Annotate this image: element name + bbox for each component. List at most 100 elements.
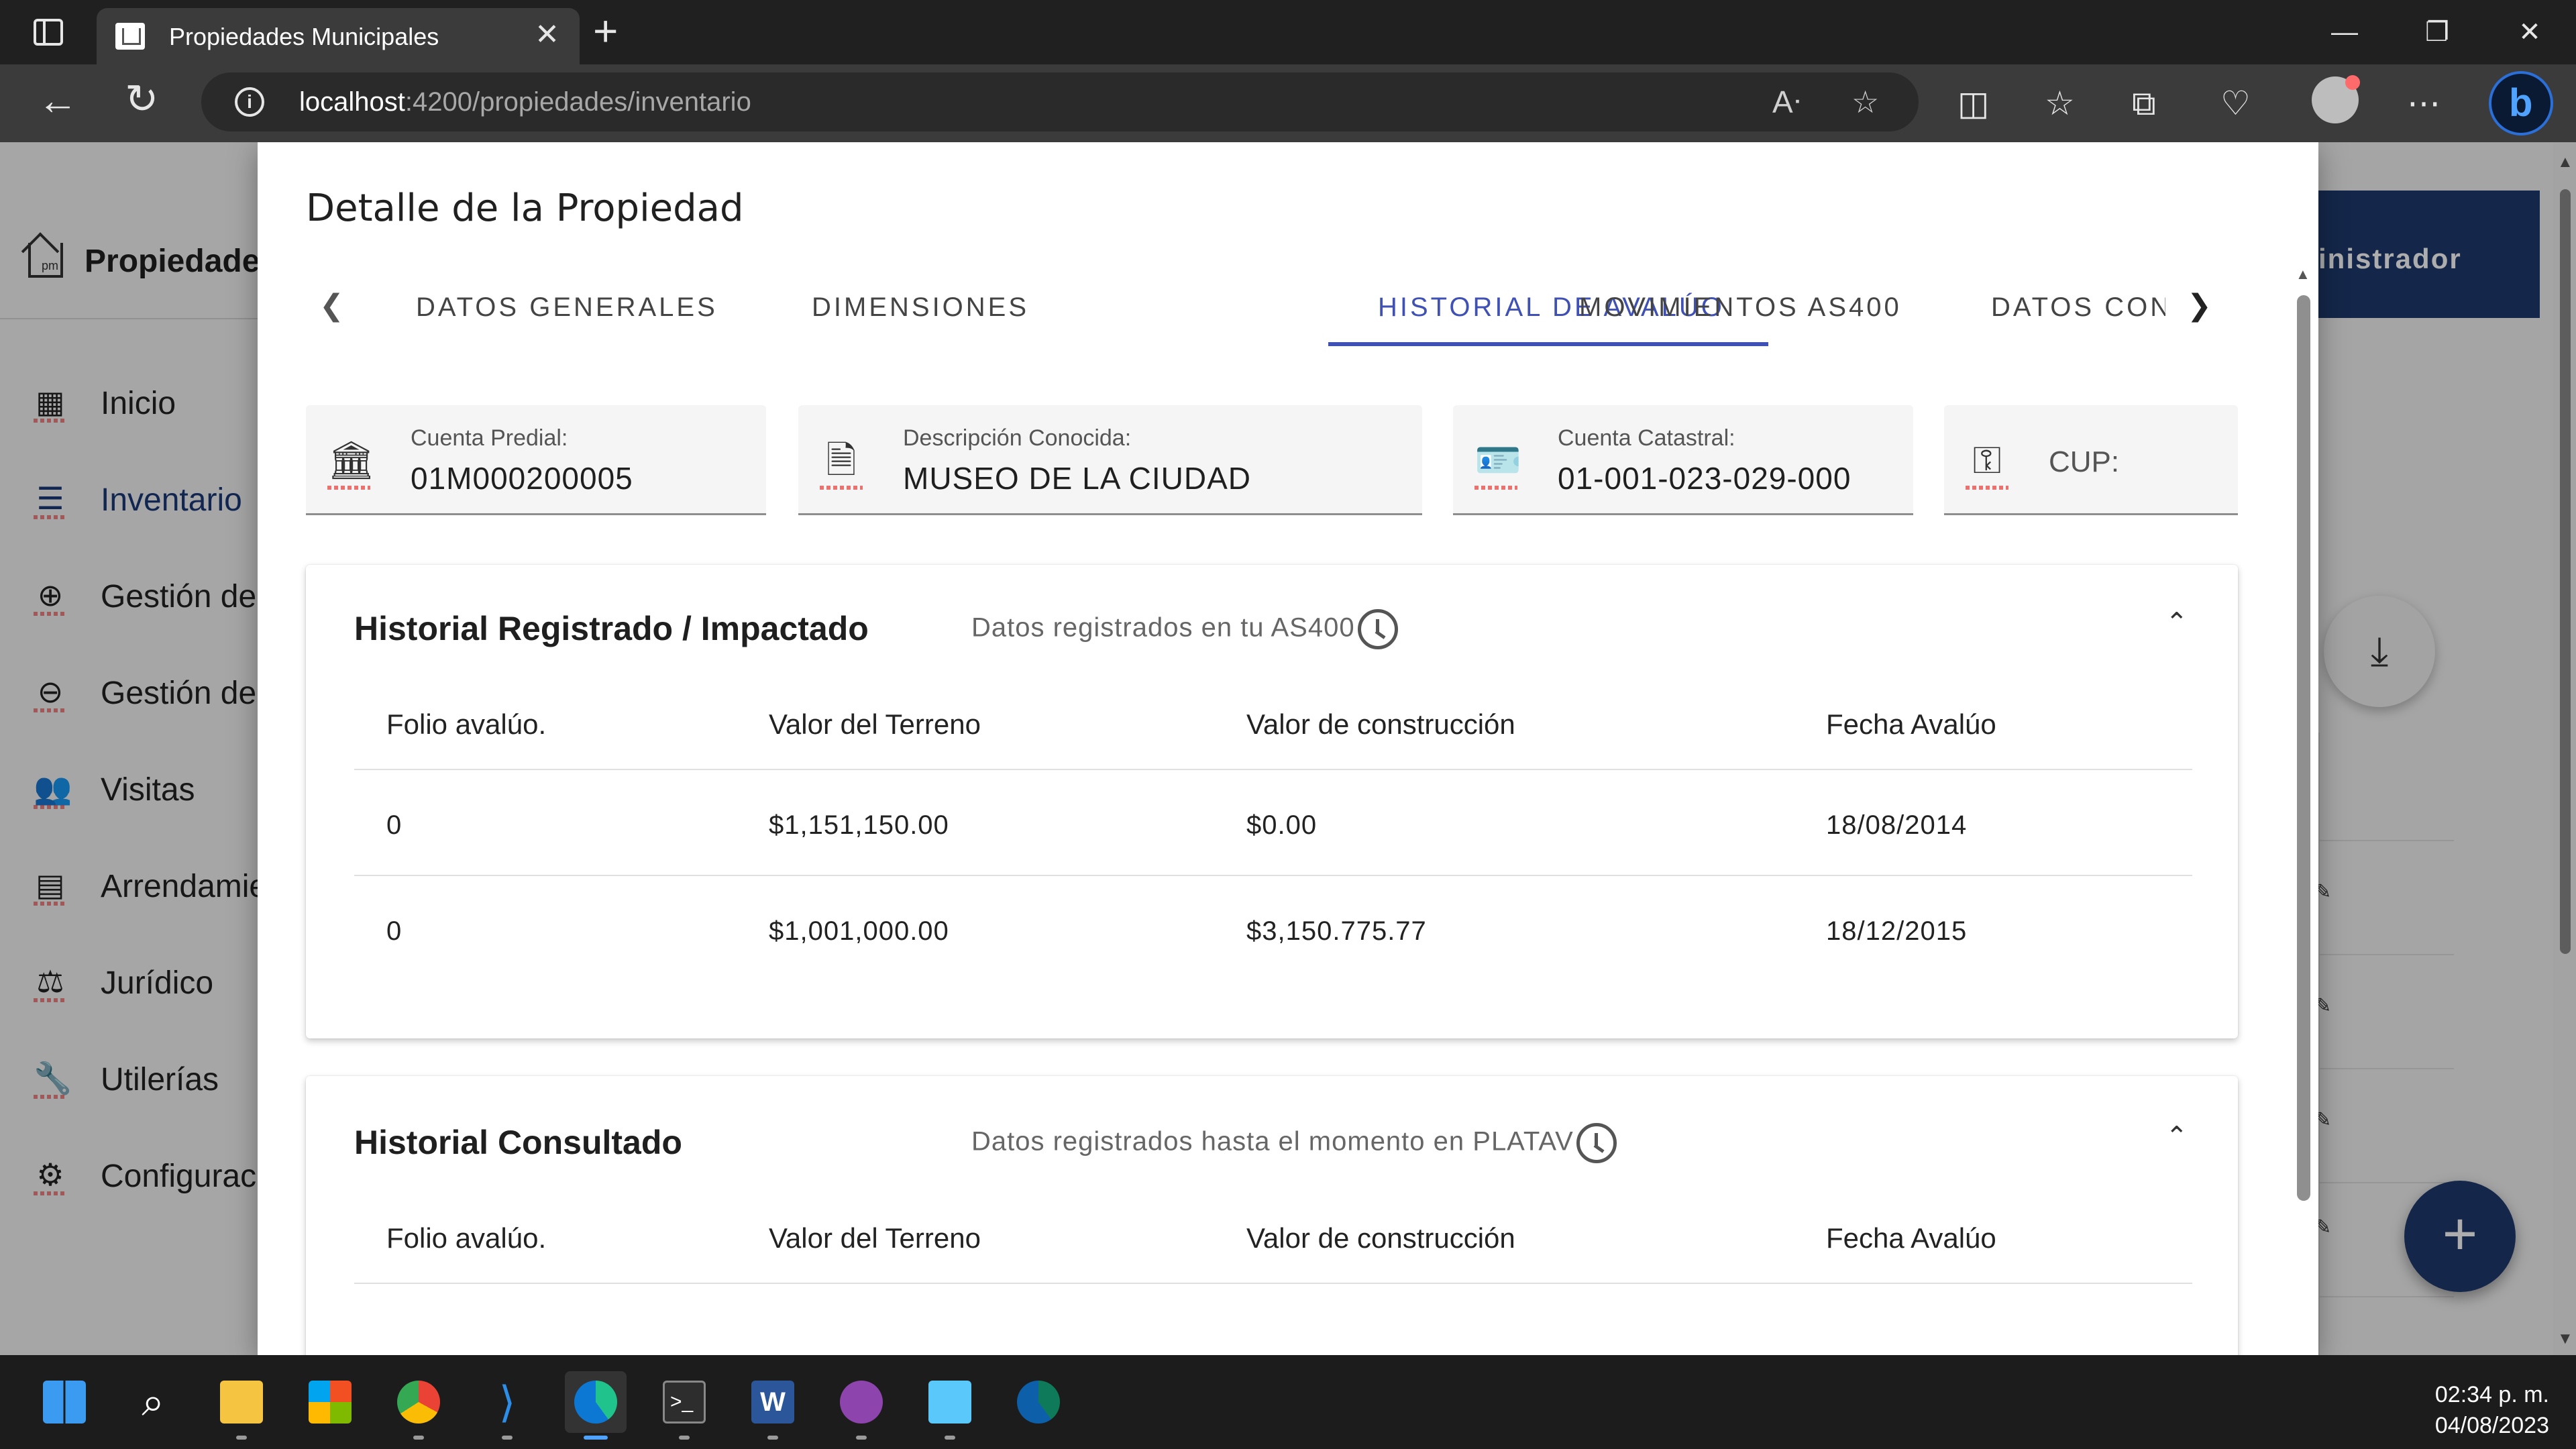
chevron-right-icon[interactable]: ❯	[2187, 288, 2212, 323]
property-detail-dialog: Detalle de la Propiedad ❮ DATOS GENERALE…	[258, 142, 2318, 1355]
restore-icon[interactable]: ❐	[2400, 12, 2474, 52]
url-text[interactable]: localhost:4200/propiedades/inventario	[299, 87, 751, 117]
taskbar-microsoft-store[interactable]	[299, 1371, 361, 1433]
contact-card-icon: 🪪	[1474, 439, 1521, 490]
browser-toolbar: ← ↻ i localhost:4200/propiedades/inventa…	[0, 64, 2576, 142]
scroll-up-icon[interactable]: ▲	[2296, 266, 2310, 283]
collections-icon[interactable]: ⧉	[2132, 85, 2156, 122]
chevron-left-icon[interactable]: ❮	[319, 288, 344, 323]
column-header[interactable]: Valor de construcción	[1246, 708, 1515, 741]
active-tab-indicator	[1328, 342, 1768, 346]
start-button[interactable]	[34, 1371, 95, 1433]
taskbar-edge-dev[interactable]	[1008, 1371, 1069, 1433]
tab-clip: DATOS CONT	[1991, 271, 2165, 345]
folder-icon	[220, 1381, 263, 1424]
info-card-cuenta-catastral: 🪪 Cuenta Catastral: 01-001-023-029-000	[1453, 405, 1913, 515]
history-icon[interactable]	[1576, 1123, 1617, 1163]
edge-icon	[574, 1381, 617, 1424]
panel-historial-consultado: Historial Consultado Datos registrados h…	[306, 1076, 2238, 1355]
cell-valor-construccion: $0.00	[1246, 810, 1318, 840]
key-icon: ⚿	[1966, 439, 2008, 490]
split-screen-icon[interactable]: ◫	[1957, 85, 1989, 122]
tab-dimensiones[interactable]: DIMENSIONES	[812, 271, 1029, 345]
table-row: 0 $1,151,150.00 $0.00 18/08/2014	[354, 771, 2192, 876]
column-header[interactable]: Fecha Avalúo	[1826, 708, 1996, 741]
column-header[interactable]: Valor del Terreno	[769, 708, 981, 741]
new-tab-button[interactable]: +	[593, 9, 618, 52]
cell-folio: 0	[386, 916, 402, 946]
cell-valor-terreno: $1,151,150.00	[769, 810, 949, 840]
panel-title: Historial Registrado / Impactado	[354, 610, 869, 647]
taskbar-word[interactable]: W	[742, 1371, 804, 1440]
close-window-icon[interactable]: ✕	[2493, 12, 2567, 52]
minimize-icon[interactable]: —	[2308, 12, 2381, 52]
column-header[interactable]: Valor de construcción	[1246, 1222, 1515, 1254]
running-indicator	[413, 1436, 424, 1440]
github-icon	[840, 1381, 883, 1424]
windows-taskbar: ⌕ ⟩ >_ W 02:34 p. m. 04/08/2023	[0, 1355, 2576, 1449]
tab-datos-generales[interactable]: DATOS GENERALES	[416, 271, 718, 345]
close-tab-icon[interactable]: ✕	[535, 19, 559, 51]
browser-tab-strip: Propiedades Municipales ✕ + — ❐ ✕	[0, 0, 2576, 64]
tab-movimientos-as400[interactable]: MOVIMIENTOS AS400	[1579, 271, 1902, 345]
column-header[interactable]: Folio avalúo.	[386, 708, 546, 741]
panel-description: Datos registrados en tu AS400	[971, 609, 1398, 649]
reload-icon[interactable]: ↻	[125, 79, 158, 119]
running-indicator	[945, 1436, 955, 1440]
bing-copilot-icon[interactable]: b	[2489, 71, 2553, 136]
profile-avatar[interactable]	[2312, 75, 2360, 123]
document-icon: 🗎	[820, 439, 863, 490]
running-indicator	[767, 1436, 778, 1440]
taskbar-terminal[interactable]: >_	[653, 1371, 715, 1440]
read-aloud-icon[interactable]: Aᐧ	[1772, 85, 1801, 119]
history-icon[interactable]	[1357, 609, 1398, 649]
browser-tab[interactable]: Propiedades Municipales ✕	[97, 8, 580, 64]
cell-folio: 0	[386, 810, 402, 840]
chevron-up-icon[interactable]: ⌄	[2165, 1119, 2188, 1150]
taskbar-github-desktop[interactable]	[830, 1371, 892, 1440]
running-indicator	[236, 1436, 247, 1440]
more-options-icon[interactable]: ⋯	[2407, 85, 2440, 122]
taskbar-file-explorer[interactable]	[211, 1371, 272, 1440]
info-icon[interactable]: i	[235, 87, 264, 117]
dialog-title: Detalle de la Propiedad	[306, 186, 744, 230]
tab-actions-icon[interactable]	[27, 15, 70, 50]
tab-datos-contables[interactable]: DATOS CONT	[1991, 271, 2165, 345]
info-card-value: 01M000200005	[411, 461, 633, 496]
scroll-thumb[interactable]	[2297, 295, 2310, 1201]
edge-dev-icon	[1017, 1381, 1060, 1424]
system-clock[interactable]: 02:34 p. m. 04/08/2023	[2388, 1379, 2549, 1441]
browser-tab-title: Propiedades Municipales	[169, 23, 439, 50]
column-header[interactable]: Folio avalúo.	[386, 1222, 546, 1254]
browser-essentials-icon[interactable]: ♡	[2220, 85, 2251, 122]
address-bar[interactable]: i localhost:4200/propiedades/inventario …	[201, 72, 1919, 131]
info-card-value: 01-001-023-029-000	[1558, 461, 1851, 496]
favorite-star-icon[interactable]: ☆	[1851, 85, 1879, 119]
panel-description: Datos registrados hasta el momento en PL…	[971, 1123, 1617, 1163]
clock-time: 02:34 p. m.	[2434, 1382, 2549, 1407]
taskbar-edge[interactable]	[565, 1371, 627, 1440]
taskbar-vscode[interactable]: ⟩	[476, 1371, 538, 1440]
chrome-icon	[397, 1381, 440, 1424]
windows-logo-icon	[43, 1381, 86, 1424]
back-arrow-icon[interactable]: ←	[38, 80, 78, 121]
favorites-icon[interactable]: ☆	[2045, 85, 2075, 122]
dialog-scrollbar[interactable]: ▲	[2293, 266, 2313, 1352]
cell-fecha-avaluo: 18/12/2015	[1826, 916, 1968, 946]
vscode-icon: ⟩	[498, 1378, 516, 1426]
search-icon: ⌕	[142, 1379, 164, 1424]
column-header[interactable]: Fecha Avalúo	[1826, 1222, 1996, 1254]
info-card-value: MUSEO DE LA CIUDAD	[903, 461, 1251, 496]
cell-fecha-avaluo: 18/08/2014	[1826, 810, 1968, 840]
info-card-label: Cuenta Catastral:	[1558, 425, 1735, 451]
search-button[interactable]: ⌕	[122, 1371, 184, 1433]
taskbar-notepad[interactable]	[919, 1371, 981, 1440]
running-indicator	[502, 1436, 513, 1440]
taskbar-chrome[interactable]	[388, 1371, 449, 1440]
chevron-up-icon[interactable]: ⌄	[2165, 605, 2188, 636]
notepad-icon	[928, 1381, 971, 1424]
favicon-icon	[115, 23, 145, 50]
cell-valor-terreno: $1,001,000.00	[769, 916, 949, 946]
column-header[interactable]: Valor del Terreno	[769, 1222, 981, 1254]
panel-title: Historial Consultado	[354, 1124, 682, 1161]
